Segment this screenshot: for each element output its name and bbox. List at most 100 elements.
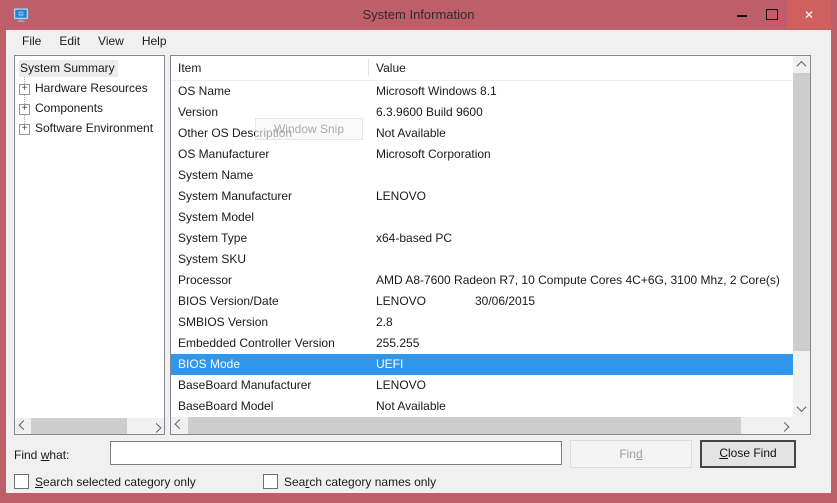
table-row[interactable]: System SKU [171, 249, 793, 270]
row-item: OS Manufacturer [178, 144, 269, 165]
table-header: Item Value [171, 56, 793, 81]
menu-help[interactable]: Help [133, 31, 176, 51]
system-information-window: System Information ✕ File Edit View Help… [0, 0, 837, 503]
menu-view[interactable]: View [89, 31, 133, 51]
scroll-right-icon[interactable] [776, 417, 793, 434]
close-button[interactable]: ✕ [787, 0, 831, 29]
row-value: LENOVO [376, 186, 426, 207]
row-item: System SKU [178, 249, 246, 270]
row-item: Version [178, 102, 218, 123]
tree-item-components[interactable]: + Components [19, 98, 164, 118]
detail-table: Item Value OS Name Microsoft Windows 8.1… [171, 56, 793, 417]
row-item: System Model [178, 207, 254, 228]
tree-item-label: Components [35, 101, 103, 115]
search-selected-category-checkbox[interactable] [14, 474, 29, 489]
search-category-names-checkbox-group: Search category names only [263, 474, 436, 490]
close-find-button[interactable]: Close Find [700, 440, 796, 468]
tree-item-software-environment[interactable]: + Software Environment [19, 118, 164, 138]
table-row[interactable]: Embedded Controller Version 255.255 [171, 333, 793, 354]
column-separator[interactable] [368, 59, 369, 76]
menu-file[interactable]: File [13, 31, 50, 51]
table-row[interactable]: Processor AMD A8-7600 Radeon R7, 10 Comp… [171, 270, 793, 291]
expand-plus-icon[interactable]: + [19, 84, 30, 95]
search-category-names-checkbox[interactable] [263, 474, 278, 489]
table-row[interactable]: OS Manufacturer Microsoft Corporation [171, 144, 793, 165]
maximize-icon [766, 9, 778, 20]
tree-item-system-summary[interactable]: System Summary [19, 58, 164, 78]
close-icon: ✕ [804, 8, 814, 22]
scrollbar-corner [793, 417, 810, 434]
find-button[interactable]: Find [570, 440, 692, 468]
checkbox-label: Search selected category only [35, 475, 196, 489]
row-value: 2.8 [376, 312, 393, 333]
row-item: System Name [178, 165, 253, 186]
row-value: Not Available [376, 123, 446, 144]
menu-edit[interactable]: Edit [50, 31, 89, 51]
row-item: System Type [178, 228, 247, 249]
menubar: File Edit View Help [6, 30, 831, 52]
hscroll-thumb[interactable] [188, 417, 741, 434]
row-item: BIOS Mode [178, 354, 240, 375]
horizontal-scrollbar[interactable] [171, 417, 793, 434]
row-value: Not Available [376, 396, 446, 417]
expand-plus-icon[interactable]: + [19, 124, 30, 135]
window-snip-ghost-tooltip: Window Snip [255, 118, 363, 140]
row-item: System Manufacturer [178, 186, 292, 207]
maximize-button[interactable] [757, 0, 787, 29]
minimize-icon [737, 15, 747, 17]
table-row[interactable]: BIOS Version/Date LENOVO 30/06/2015 [171, 291, 793, 312]
row-item: BaseBoard Model [178, 396, 273, 417]
row-item: BIOS Version/Date [178, 291, 279, 312]
row-value: 255.255 [376, 333, 419, 354]
scroll-down-icon[interactable] [793, 400, 810, 417]
row-value: LENOVO [376, 291, 426, 312]
row-value: UEFI [376, 354, 403, 375]
find-what-input[interactable] [110, 441, 562, 465]
window-content: System Summary + Hardware Resources + Comp… [6, 52, 831, 493]
table-row[interactable]: System Manufacturer LENOVO [171, 186, 793, 207]
table-row[interactable]: BaseBoard Model Not Available [171, 396, 793, 417]
row-item: Embedded Controller Version [178, 333, 335, 354]
find-what-label: Find what: [14, 448, 69, 462]
checkbox-label: Search category names only [284, 475, 436, 489]
row-value: LENOVO [376, 375, 426, 396]
table-row[interactable]: System Model [171, 207, 793, 228]
row-value: Microsoft Corporation [376, 144, 491, 165]
row-item: OS Name [178, 81, 231, 102]
tree-horizontal-scrollbar[interactable] [15, 418, 164, 434]
table-row-selected[interactable]: BIOS Mode UEFI [171, 354, 793, 375]
tree-item-label: Software Environment [35, 121, 153, 135]
table-row[interactable]: BaseBoard Manufacturer LENOVO [171, 375, 793, 396]
scroll-right-icon[interactable] [148, 418, 164, 434]
vertical-scrollbar[interactable] [793, 56, 810, 417]
row-item: Processor [178, 270, 232, 291]
row-value-date: 30/06/2015 [475, 291, 535, 312]
minimize-button[interactable] [726, 0, 757, 29]
expand-plus-icon[interactable]: + [19, 104, 30, 115]
scroll-left-icon[interactable] [15, 418, 31, 434]
tree-item-label: System Summary [19, 60, 118, 77]
row-value: x64-based PC [376, 228, 452, 249]
row-item: SMBIOS Version [178, 312, 268, 333]
column-header-item[interactable]: Item [178, 61, 201, 75]
category-tree-panel: System Summary + Hardware Resources + Comp… [14, 55, 165, 435]
scroll-up-icon[interactable] [793, 56, 810, 73]
row-value: 6.3.9600 Build 9600 [376, 102, 483, 123]
column-header-value[interactable]: Value [376, 61, 406, 75]
vscroll-thumb[interactable] [793, 73, 810, 351]
tree-item-hardware-resources[interactable]: + Hardware Resources [19, 78, 164, 98]
row-item: BaseBoard Manufacturer [178, 375, 311, 396]
scroll-left-icon[interactable] [171, 417, 188, 434]
row-value: AMD A8-7600 Radeon R7, 10 Compute Cores … [376, 270, 780, 291]
table-row[interactable]: OS Name Microsoft Windows 8.1 [171, 81, 793, 102]
detail-table-panel: Item Value OS Name Microsoft Windows 8.1… [170, 55, 811, 435]
titlebar: System Information ✕ [0, 0, 837, 30]
window-title: System Information [0, 7, 837, 22]
table-row[interactable]: System Name [171, 165, 793, 186]
tree-hscroll-thumb[interactable] [31, 418, 127, 434]
tree-item-label: Hardware Resources [35, 81, 148, 95]
table-row[interactable]: SMBIOS Version 2.8 [171, 312, 793, 333]
row-value: Microsoft Windows 8.1 [376, 81, 497, 102]
category-tree: System Summary + Hardware Resources + Comp… [15, 56, 164, 138]
table-row[interactable]: System Type x64-based PC [171, 228, 793, 249]
